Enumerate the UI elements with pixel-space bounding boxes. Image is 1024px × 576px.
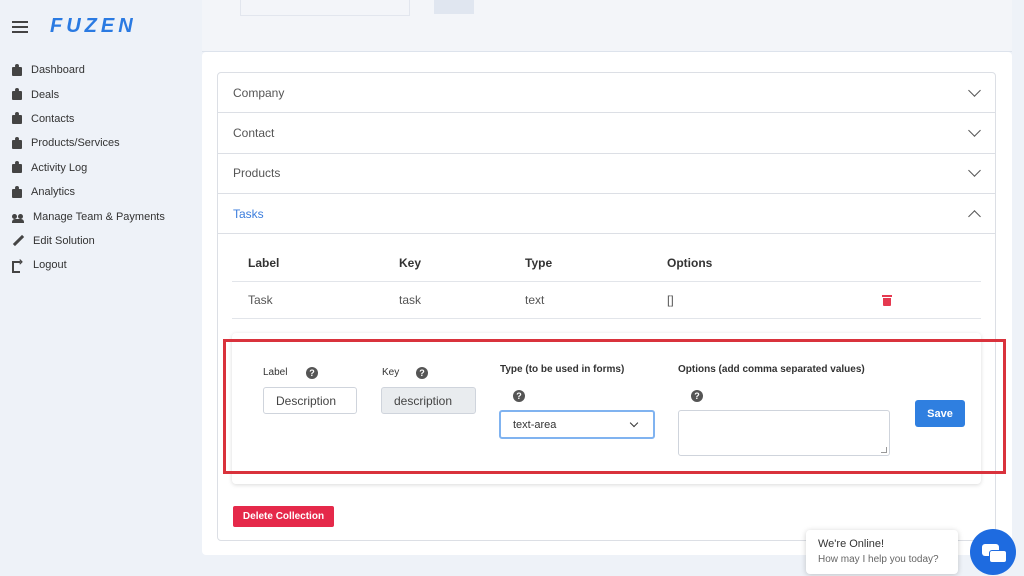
sidebar-item-dashboard[interactable]: Dashboard: [0, 58, 190, 82]
puzzle-icon: [12, 185, 22, 198]
sidebar-item-deals[interactable]: Deals: [0, 82, 190, 106]
sidebar-item-label: Contacts: [31, 112, 75, 125]
chevron-down-icon: [968, 164, 981, 178]
sidebar-item-manage-team[interactable]: Manage Team & Payments: [0, 204, 190, 228]
chevron-down-icon: [968, 83, 981, 97]
help-icon[interactable]: ?: [416, 367, 428, 379]
table-row: Task task text []: [232, 282, 981, 319]
sidebar-item-label: Logout: [33, 259, 67, 272]
save-button[interactable]: Save: [915, 400, 965, 427]
app-logo[interactable]: FUZEN: [50, 15, 137, 38]
accordion-tasks[interactable]: Tasks: [218, 194, 995, 235]
accordion-label: Company: [233, 85, 285, 100]
accordion-company[interactable]: Company: [218, 73, 995, 114]
chevron-up-icon: [968, 209, 981, 223]
chat-title: We're Online!: [818, 538, 885, 550]
puzzle-icon: [12, 112, 22, 125]
faded-button: [434, 0, 474, 14]
sidebar: Dashboard Deals Contacts Products/Servic…: [0, 58, 190, 278]
key-field-title: Key: [382, 367, 400, 378]
chat-subtitle: How may I help you today?: [818, 554, 939, 565]
accordion-label: Contact: [233, 125, 275, 140]
column-header-options: Options: [667, 256, 713, 270]
table-header-row: Label Key Type Options: [232, 245, 981, 282]
sidebar-item-edit-solution[interactable]: Edit Solution: [0, 229, 190, 253]
trash-icon[interactable]: [882, 294, 892, 306]
hamburger-menu-icon[interactable]: [12, 21, 28, 33]
label-field-title: Label: [263, 367, 288, 378]
fields-table: Label Key Type Options Task task text []: [232, 245, 981, 319]
resize-handle-icon[interactable]: [881, 447, 887, 453]
sidebar-item-label: Activity Log: [31, 161, 88, 174]
faded-input: [240, 0, 410, 16]
team-icon: [12, 211, 24, 223]
cell-key: task: [399, 293, 422, 307]
puzzle-icon: [12, 63, 22, 76]
column-header-label: Label: [248, 256, 280, 270]
type-select-value: text-area: [513, 418, 557, 431]
accordion-label: Products: [233, 166, 281, 181]
key-input[interactable]: description: [381, 387, 476, 414]
cell-options: []: [667, 293, 674, 307]
accordion-contact[interactable]: Contact: [218, 113, 995, 154]
options-textarea[interactable]: [678, 410, 890, 456]
sidebar-item-label: Analytics: [31, 186, 76, 199]
accordion-products[interactable]: Products: [218, 154, 995, 194]
pencil-icon: [12, 235, 24, 247]
sidebar-item-activity-log[interactable]: Activity Log: [0, 156, 190, 180]
help-icon[interactable]: ?: [691, 390, 703, 402]
puzzle-icon: [12, 136, 22, 149]
sidebar-item-label: Deals: [31, 88, 60, 101]
column-header-type: Type: [525, 256, 553, 270]
delete-collection-button[interactable]: Delete Collection: [233, 506, 334, 527]
sidebar-item-contacts[interactable]: Contacts: [0, 107, 190, 131]
chevron-down-icon: [968, 124, 981, 137]
options-field-title: Options (add comma separated values): [678, 364, 865, 375]
puzzle-icon: [12, 88, 22, 101]
sidebar-item-label: Manage Team & Payments: [33, 210, 165, 223]
sidebar-item-logout[interactable]: Logout: [0, 253, 190, 277]
column-header-key: Key: [399, 256, 422, 270]
puzzle-icon: [12, 161, 22, 174]
sidebar-item-label: Dashboard: [31, 64, 85, 77]
accordion-label: Tasks: [233, 206, 264, 221]
type-field-title: Type (to be used in forms): [500, 364, 625, 375]
chat-bubble[interactable]: We're Online! How may I help you today?: [806, 530, 958, 574]
cell-label: Task: [248, 293, 273, 307]
sidebar-item-analytics[interactable]: Analytics: [0, 180, 190, 204]
sidebar-item-label: Edit Solution: [33, 234, 95, 247]
chevron-down-icon: [629, 418, 639, 428]
chat-icon[interactable]: [970, 529, 1016, 575]
help-icon[interactable]: ?: [513, 390, 525, 402]
logout-icon: [12, 257, 24, 274]
cell-type: text: [525, 293, 545, 307]
sidebar-item-products-services[interactable]: Products/Services: [0, 131, 190, 155]
sidebar-item-label: Products/Services: [31, 137, 120, 150]
type-select[interactable]: text-area: [499, 410, 655, 439]
label-input[interactable]: Description: [263, 387, 357, 414]
help-icon[interactable]: ?: [306, 367, 318, 379]
